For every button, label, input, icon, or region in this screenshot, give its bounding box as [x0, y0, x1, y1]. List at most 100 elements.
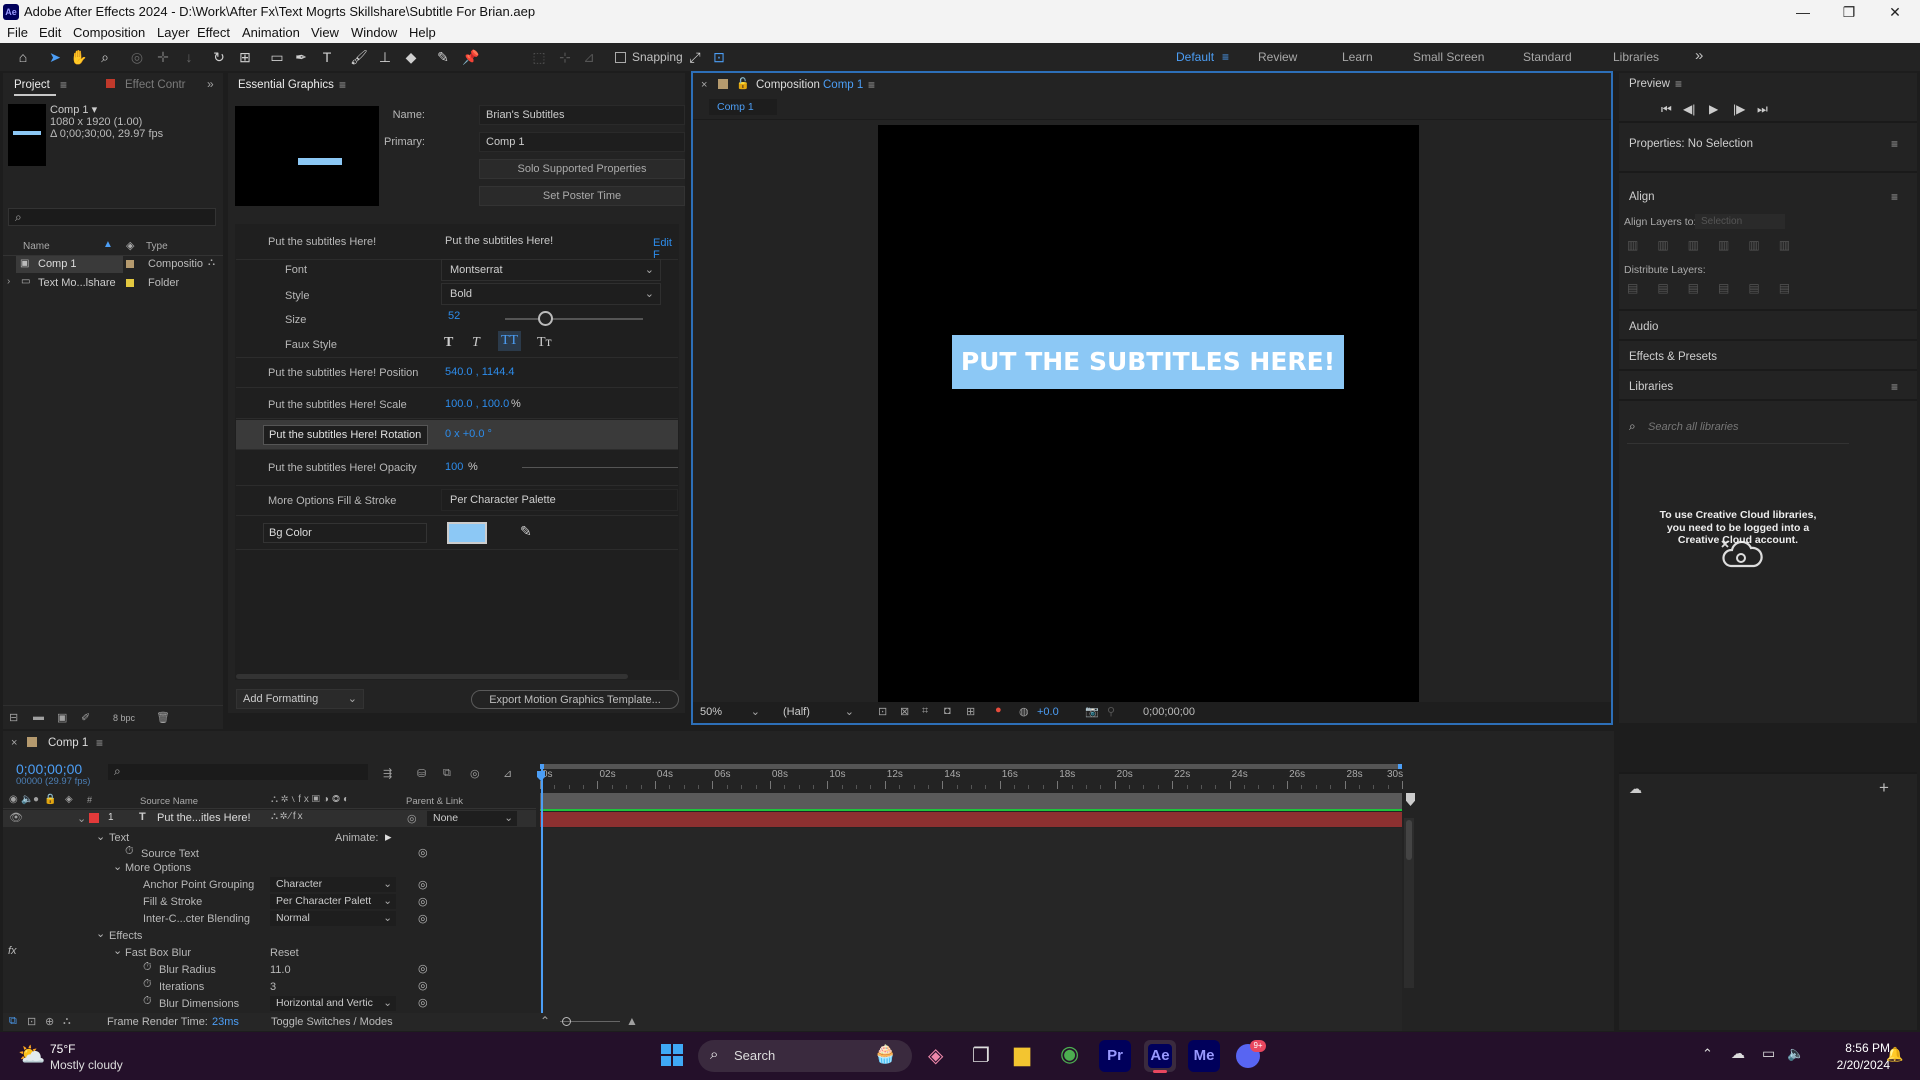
playhead[interactable] — [541, 767, 543, 1017]
switches-header-icon[interactable]: ⛬✲∖fx▣◑◎◐ — [271, 794, 352, 805]
current-timecode[interactable]: 0;00;00;00 — [16, 761, 82, 777]
text-value[interactable]: Put the subtitles Here! — [445, 235, 553, 247]
stopwatch-icon[interactable]: ⏱ — [143, 961, 152, 974]
close-tab-icon[interactable]: × — [11, 737, 17, 749]
item-name[interactable]: Text Mo...lshare — [38, 277, 116, 289]
small-caps-button[interactable]: Tт — [537, 335, 552, 351]
audio-title[interactable]: Audio — [1629, 321, 1658, 333]
project-search-input[interactable]: ⌕ — [8, 208, 216, 226]
reset-exposure-icon[interactable]: ◍ — [1019, 705, 1029, 718]
rotate-tool-icon[interactable]: ↻ — [210, 48, 228, 66]
blur-dimensions-select[interactable]: Horizontal and Vertic ⌄ — [270, 996, 396, 1011]
roto-brush-icon[interactable]: ✎ — [434, 48, 452, 66]
link-icon[interactable]: ◎ — [418, 979, 428, 992]
all-caps-button[interactable]: TT — [498, 331, 522, 351]
graph-editor-icon[interactable]: ⊿ — [503, 767, 512, 780]
align-to-select[interactable]: Selection — [1695, 214, 1785, 229]
settings-icon[interactable]: ✐ — [81, 711, 90, 724]
render-time-icon[interactable]: ⛬ — [63, 1015, 71, 1028]
new-comp-icon[interactable]: ▣ — [57, 711, 67, 724]
more-options-select[interactable]: Per Character Palette — [441, 489, 678, 511]
close-window-button[interactable]: ✕ — [1872, 0, 1918, 24]
link-icon[interactable]: ◎ — [418, 878, 428, 891]
vscroll-thumb[interactable] — [1406, 820, 1412, 860]
col-name[interactable]: Name — [23, 241, 50, 252]
folder-twirl-icon[interactable]: › — [7, 276, 10, 287]
parent-select[interactable]: None ⌄ — [427, 811, 517, 826]
bg-color-label-input[interactable]: Bg Color — [263, 523, 427, 543]
draft-3d-icon[interactable]: ⛁ — [417, 767, 426, 780]
pick-whip-icon[interactable]: ◎ — [407, 812, 417, 825]
fx-icon[interactable]: fx — [8, 945, 17, 957]
libraries-menu-icon[interactable]: ≡ — [1891, 380, 1898, 394]
trash-icon[interactable]: 🗑 — [156, 711, 170, 724]
frame-blending-icon[interactable]: ◎ — [470, 767, 480, 780]
exposure-value[interactable]: +0.0 — [1037, 706, 1059, 718]
anchor-tool-icon[interactable]: ⊞ — [236, 48, 254, 66]
subtitle-text[interactable]: PUT THE SUBTITLES HERE! — [952, 335, 1344, 389]
cloud-sync-icon[interactable]: ☁ — [1629, 781, 1642, 797]
tab-composition[interactable]: Composition — [756, 79, 820, 91]
position-value[interactable]: 540.0 , 1144.4 — [445, 366, 515, 378]
in-out-icon[interactable]: ⊕ — [45, 1015, 54, 1028]
item-label-color[interactable] — [126, 279, 134, 287]
lock-toggle-icon[interactable]: 🔒 — [44, 794, 56, 805]
orbit-tool-icon[interactable]: ◎ — [128, 48, 146, 66]
tab-essential-graphics[interactable]: Essential Graphics — [238, 79, 334, 91]
maximize-button[interactable]: ❐ — [1826, 0, 1872, 24]
type-tool-icon[interactable]: T — [318, 48, 336, 66]
toggle-switches-button[interactable]: Toggle Switches / Modes — [271, 1016, 393, 1028]
hide-shy-icon[interactable]: ⧉ — [443, 767, 451, 780]
first-frame-icon[interactable]: ⏮ — [1661, 102, 1672, 117]
item-label-color[interactable] — [126, 260, 134, 268]
link-icon[interactable]: ◎ — [418, 895, 428, 908]
layer-switches-toggle-icon[interactable]: ⧉ — [9, 1015, 17, 1028]
stopwatch-icon[interactable]: ⏱ — [125, 845, 134, 858]
scale-value[interactable]: 100.0 , 100.0 — [445, 398, 509, 410]
resolution-select[interactable]: (Half) ⌄ — [783, 704, 858, 721]
new-folder-icon[interactable]: ▬ — [33, 711, 44, 723]
opacity-slider[interactable] — [522, 467, 678, 468]
puppet-pin-icon[interactable]: 📌 — [462, 48, 480, 66]
comp-subtab[interactable]: Comp 1 — [709, 99, 777, 115]
visibility-eye-icon[interactable]: 👁 — [9, 811, 23, 824]
set-poster-time-button[interactable]: Set Poster Time — [479, 186, 685, 206]
chrome-icon[interactable]: ◉ — [1060, 1041, 1079, 1067]
faux-bold-button[interactable]: T — [444, 335, 453, 351]
notifications-bell-icon[interactable]: 🔔 — [1886, 1046, 1903, 1063]
copilot-icon[interactable]: ◈ — [928, 1043, 943, 1068]
size-value[interactable]: 52 — [448, 310, 460, 322]
menu-edit[interactable]: Edit — [39, 25, 61, 40]
library-search-input[interactable]: Search all libraries — [1648, 421, 1738, 433]
edit-link[interactable]: Edit F — [653, 237, 678, 261]
anchor-grouping-select[interactable]: Character ⌄ — [270, 877, 396, 892]
menu-file[interactable]: File — [7, 25, 28, 40]
eraser-tool-icon[interactable]: ◆ — [402, 48, 420, 66]
preview-menu-icon[interactable]: ≡ — [1675, 77, 1682, 91]
brush-tool-icon[interactable]: 🖌 — [350, 48, 368, 66]
export-mogrt-button[interactable]: Export Motion Graphics Template... — [471, 690, 679, 709]
snapping-checkbox[interactable] — [615, 52, 626, 63]
time-ruler[interactable]: 0s 02s 04s 06s 08s 10s 12s 14s 16s 18s 20s 22s 24s 26… — [540, 769, 1403, 789]
windows-start-icon[interactable] — [661, 1044, 683, 1066]
home-icon[interactable]: ⌂ — [14, 48, 32, 66]
align-buttons-icon[interactable]: ▥▥▥▥▥▥ — [1627, 238, 1790, 252]
bg-color-swatch[interactable] — [447, 522, 487, 544]
world-axis-icon[interactable]: ⊹ — [556, 48, 574, 66]
menu-window[interactable]: Window — [351, 25, 397, 40]
stopwatch-icon[interactable]: ⏱ — [143, 978, 152, 991]
transparency-grid-icon[interactable]: ⊠ — [900, 705, 909, 718]
sort-up-icon[interactable]: ▲ — [103, 239, 113, 250]
weather-text[interactable]: Mostly cloudy — [50, 1058, 123, 1072]
iterations-value[interactable]: 3 — [270, 981, 276, 993]
lock-icon[interactable]: 🔓 — [736, 77, 750, 90]
clock-time[interactable]: 8:56 PM — [1830, 1041, 1890, 1055]
template-name-input[interactable]: Brian's Subtitles — [479, 105, 685, 125]
flowchart-icon[interactable]: ⛬ — [208, 257, 215, 268]
comp-viewer[interactable]: PUT THE SUBTITLES HERE! — [878, 125, 1419, 703]
menu-effect[interactable]: Effect — [197, 25, 230, 40]
eg-horizontal-scrollbar[interactable] — [236, 674, 628, 679]
menu-animation[interactable]: Animation — [242, 25, 300, 40]
network-icon[interactable]: ▭ — [1762, 1045, 1775, 1062]
tab-effect-controls[interactable]: Effect Contr — [125, 79, 186, 91]
